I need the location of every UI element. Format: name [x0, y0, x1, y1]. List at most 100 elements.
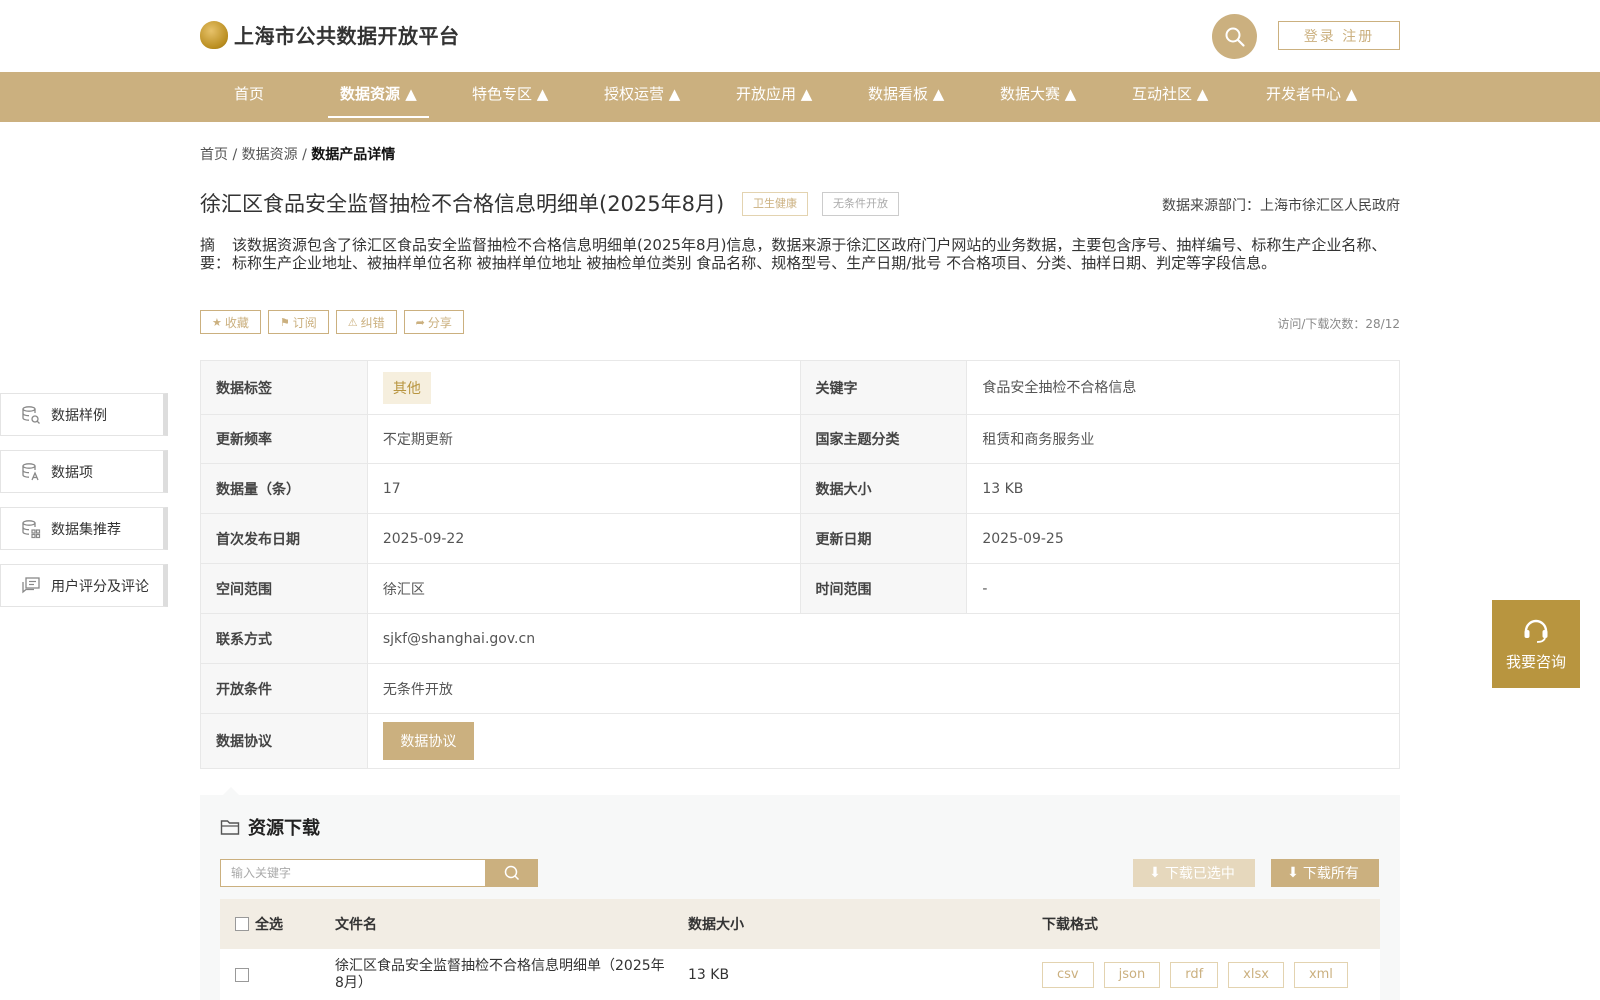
- format-rdf-button[interactable]: rdf: [1170, 961, 1219, 988]
- keyword-search-button[interactable]: [486, 859, 538, 887]
- select-all-checkbox[interactable]: [235, 917, 249, 931]
- info-value: 2025-09-22: [368, 514, 801, 563]
- login-register-button[interactable]: 登录 注册: [1278, 21, 1400, 50]
- resource-download-section: 资源下载 输入关键字 ⬇ 下载已选中 ⬇ 下载所有 全选 文件名 数据大小 下载格式…: [200, 795, 1400, 1000]
- info-key: 空间范围: [201, 564, 368, 613]
- download-icon: ⬇: [1287, 865, 1299, 881]
- download-all-label: 下载所有: [1302, 866, 1359, 882]
- info-value: 2025-09-25: [967, 514, 1400, 563]
- share-icon: ➦: [415, 315, 425, 329]
- nav-item-developer-center[interactable]: 开发者中心 ▲: [1266, 72, 1357, 122]
- format-list: csv json rdf xlsx xml: [1042, 949, 1358, 1000]
- side-item-label: 数据项: [51, 464, 93, 481]
- site-title: 上海市公共数据开放平台: [234, 24, 460, 48]
- data-agreement-button[interactable]: 数据协议: [382, 722, 474, 760]
- info-value: 数据协议: [368, 714, 1400, 768]
- keyword-search-input[interactable]: 输入关键字: [220, 859, 486, 887]
- warning-icon: ⚠: [347, 315, 358, 329]
- consult-label: 我要咨询: [1505, 652, 1566, 671]
- download-selected-button[interactable]: ⬇ 下载已选中: [1133, 859, 1255, 887]
- dataset-title: 徐汇区食品安全监督抽检不合格信息明细单(2025年8月): [200, 192, 725, 216]
- breadcrumb-home[interactable]: 首页: [200, 147, 228, 163]
- info-row: 数据标签 其他 关键字 食品安全抽检不合格信息: [201, 361, 1400, 415]
- side-item-label: 用户评分及评论: [51, 578, 149, 595]
- info-value: 17: [368, 464, 801, 513]
- download-icon: ⬇: [1149, 865, 1161, 881]
- info-value: 其他: [368, 361, 801, 414]
- nav-item-data-dashboard[interactable]: 数据看板 ▲: [868, 72, 944, 122]
- column-header-size: 数据大小: [688, 917, 744, 933]
- info-key: 更新频率: [201, 415, 368, 463]
- dataset-info-table: 数据标签 其他 关键字 食品安全抽检不合格信息 更新频率 不定期更新 国家主题分…: [200, 360, 1400, 769]
- info-value: 徐汇区: [368, 564, 801, 613]
- search-button[interactable]: [1212, 14, 1257, 59]
- side-item-rating-comments[interactable]: 用户评分及评论: [0, 564, 168, 607]
- logo-emblem-icon: [200, 20, 228, 49]
- main-nav: 首页 数据资源 ▲ 特色专区 ▲ 授权运营 ▲ 开放应用 ▲ 数据看板 ▲ 数据…: [0, 72, 1600, 122]
- nav-item-data-contest[interactable]: 数据大赛 ▲: [1000, 72, 1076, 122]
- format-xml-button[interactable]: xml: [1293, 961, 1348, 988]
- breadcrumb-separator: /: [297, 147, 312, 163]
- nav-item-special-zone[interactable]: 特色专区 ▲: [472, 72, 548, 122]
- action-bar: ★ 收藏 ⚑ 订阅 ⚠ 纠错 ➦ 分享: [200, 310, 471, 334]
- table-row: 徐汇区食品安全监督抽检不合格信息明细单（2025年8月） 13 KB csv j…: [220, 949, 1380, 1000]
- info-key: 关键字: [800, 361, 968, 414]
- section-title: 资源下载: [220, 814, 320, 840]
- info-row: 空间范围 徐汇区 时间范围 -: [201, 564, 1400, 614]
- select-all[interactable]: 全选: [235, 899, 283, 949]
- info-key: 开放条件: [201, 664, 368, 713]
- abstract: 摘要： 该数据资源包含了徐汇区食品安全监督抽检不合格信息明细单(2025年8月)…: [200, 236, 1390, 272]
- row-checkbox[interactable]: [235, 967, 249, 982]
- site-logo[interactable]: 上海市公共数据开放平台: [200, 20, 460, 49]
- file-name: 徐汇区食品安全监督抽检不合格信息明细单（2025年8月）: [335, 957, 665, 991]
- format-xlsx-button[interactable]: xlsx: [1228, 961, 1284, 988]
- side-item-label: 数据样例: [51, 407, 107, 424]
- subscribe-button[interactable]: ⚑ 订阅: [267, 310, 329, 334]
- side-item-label: 数据集推荐: [51, 521, 121, 538]
- side-menu: 数据样例 数据项 数据集推荐 用户评分及评论: [0, 393, 168, 621]
- info-value: 13 KB: [967, 464, 1400, 513]
- side-item-dataset-recommend[interactable]: 数据集推荐: [0, 507, 168, 550]
- correct-button[interactable]: ⚠ 纠错: [335, 310, 397, 334]
- nav-item-community[interactable]: 互动社区 ▲: [1132, 72, 1208, 122]
- nav-item-home[interactable]: 首页: [234, 72, 264, 122]
- format-csv-button[interactable]: csv: [1042, 961, 1094, 988]
- consult-button[interactable]: 我要咨询: [1492, 600, 1580, 688]
- nav-item-data-resources[interactable]: 数据资源 ▲: [328, 72, 429, 122]
- search-icon: [504, 865, 520, 881]
- info-key: 更新日期: [800, 514, 968, 563]
- info-key: 数据大小: [800, 464, 968, 513]
- header: 上海市公共数据开放平台 登录 注册: [0, 0, 1600, 72]
- info-row: 首次发布日期 2025-09-22 更新日期 2025-09-25: [201, 514, 1400, 564]
- share-button[interactable]: ➦ 分享: [403, 310, 464, 334]
- info-value: 食品安全抽检不合格信息: [967, 361, 1400, 414]
- breadcrumb: 首页 / 数据资源 / 数据产品详情: [200, 144, 395, 164]
- select-all-label: 全选: [255, 917, 283, 933]
- side-item-data-fields[interactable]: 数据项: [0, 450, 168, 493]
- nav-item-authorized-operation[interactable]: 授权运营 ▲: [604, 72, 680, 122]
- row-select: [235, 949, 255, 1000]
- side-item-data-sample[interactable]: 数据样例: [0, 393, 168, 436]
- info-value: -: [967, 564, 1400, 613]
- info-key: 时间范围: [800, 564, 968, 613]
- breadcrumb-resources[interactable]: 数据资源: [242, 147, 298, 163]
- info-row: 更新频率 不定期更新 国家主题分类 租赁和商务服务业: [201, 415, 1400, 464]
- abstract-label: 摘要：: [200, 236, 231, 272]
- column-header-filename: 文件名: [335, 917, 377, 933]
- table-header: 全选 文件名 数据大小 下载格式: [220, 899, 1380, 949]
- folder-icon: [220, 820, 240, 835]
- breadcrumb-separator: /: [228, 147, 242, 163]
- favorite-button[interactable]: ★ 收藏: [200, 310, 261, 334]
- search-icon: [1225, 27, 1245, 47]
- database-grid-icon: [22, 519, 41, 538]
- info-value: 租赁和商务服务业: [967, 415, 1400, 463]
- download-all-button[interactable]: ⬇ 下载所有: [1271, 859, 1379, 887]
- format-json-button[interactable]: json: [1103, 961, 1161, 988]
- nav-item-open-apps[interactable]: 开放应用 ▲: [736, 72, 812, 122]
- share-label: 分享: [427, 315, 452, 330]
- info-key: 国家主题分类: [800, 415, 968, 463]
- info-row: 数据量（条） 17 数据大小 13 KB: [201, 464, 1400, 514]
- data-tag[interactable]: 其他: [382, 371, 431, 404]
- info-key: 数据标签: [201, 361, 368, 414]
- abstract-text: 该数据资源包含了徐汇区食品安全监督抽检不合格信息明细单(2025年8月)信息，数…: [232, 236, 1387, 272]
